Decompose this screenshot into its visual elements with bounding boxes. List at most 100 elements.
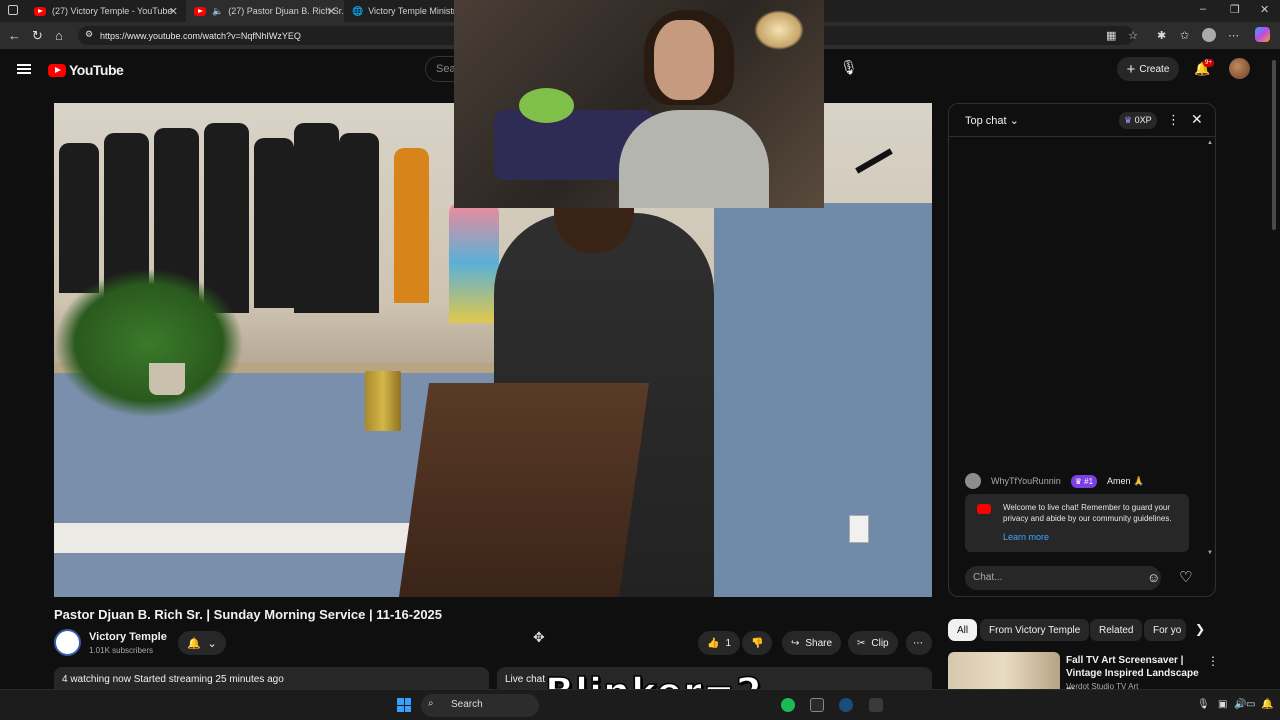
more-horizontal-icon: ⋯ [913, 637, 923, 649]
close-tab-icon[interactable]: ✕ [327, 5, 336, 18]
favorite-star-icon[interactable]: ☆ [1128, 29, 1138, 42]
channel-name[interactable]: Victory Temple [89, 631, 167, 643]
more-menu-icon[interactable]: ⋯ [1228, 29, 1239, 42]
mic-tray-icon[interactable]: 🎙 [1197, 699, 1210, 710]
chevron-right-icon[interactable]: ❯ [1195, 622, 1205, 636]
video-scene-podium [398, 383, 650, 597]
copilot-icon[interactable] [1255, 27, 1270, 42]
live-chat-panel: Top chat ⌄ ♛ 0XP ⋮ ✕ ▲ WhyTfYouRunnin ♛ … [948, 103, 1216, 597]
app-icon[interactable] [869, 698, 883, 712]
more-vertical-icon[interactable]: ⋮ [1167, 112, 1180, 128]
globe-icon: 🌐 [352, 5, 364, 16]
chat-message-text: Amen 🙏 [1107, 475, 1145, 486]
learn-more-link[interactable]: Learn more [1003, 532, 1049, 543]
youtube-favicon-icon [194, 6, 206, 16]
close-tab-icon[interactable]: ✕ [169, 5, 178, 18]
chat-author-avatar[interactable] [965, 473, 981, 489]
channel-avatar[interactable] [54, 629, 81, 656]
notification-tray-icon[interactable]: 🔔 [1261, 699, 1273, 710]
epic-games-icon[interactable] [810, 698, 824, 712]
share-button[interactable]: ↪ Share [782, 631, 842, 655]
chat-author-name[interactable]: WhyTfYouRunnin [991, 476, 1061, 486]
video-scene-outlet [849, 515, 869, 543]
app-available-icon[interactable]: ▦ [1106, 29, 1116, 42]
subscribed-notifications-button[interactable]: 🔔 ⌄ [178, 631, 226, 655]
video-scene-plant [54, 268, 244, 418]
more-vertical-icon[interactable]: ⋮ [1207, 654, 1219, 668]
volume-tray-icon[interactable]: 🔊 [1234, 699, 1246, 710]
webcam-lamp [754, 10, 804, 50]
chip-from-victory-temple[interactable]: From Victory Temple [980, 619, 1090, 641]
search-input[interactable]: Search [425, 56, 455, 82]
video-scene-choir-member [394, 148, 429, 303]
like-button[interactable]: 👍 1 [698, 631, 741, 655]
chat-rank-badge: ♛ #1 [1070, 474, 1098, 488]
video-scene-choir-member [449, 203, 499, 323]
heart-icon[interactable]: ♡ [1179, 568, 1192, 586]
scroll-down-icon[interactable]: ▼ [1207, 550, 1213, 556]
back-icon[interactable]: ← [8, 28, 21, 43]
chip-all[interactable]: All [948, 619, 978, 641]
share-icon: ↪ [791, 637, 800, 649]
scroll-up-icon[interactable]: ▲ [1207, 140, 1213, 146]
video-scene-microphone [855, 148, 893, 174]
chip-for-you[interactable]: For yo [1144, 619, 1186, 641]
network-tray-icon[interactable]: ▣ [1218, 699, 1227, 710]
home-icon[interactable]: ⌂ [55, 28, 63, 43]
voice-search-icon[interactable]: 🎙 [840, 59, 858, 76]
window-close-icon[interactable]: ✕ [1260, 3, 1269, 16]
tab-actions-icon[interactable] [8, 5, 18, 15]
tab-pastor-djuan[interactable]: 🔈 (27) Pastor Djuan B. Rich Sr. ✕ [186, 0, 344, 22]
taskbar-search[interactable]: Search [421, 694, 539, 717]
maximize-icon[interactable]: ❐ [1230, 3, 1240, 16]
video-scene-wall [714, 203, 932, 597]
more-actions-button[interactable]: ⋯ [906, 631, 932, 655]
speaker-icon[interactable]: 🔈 [212, 6, 223, 17]
plus-icon: + [1126, 60, 1136, 78]
welcome-banner: Welcome to live chat! Remember to guard … [965, 494, 1189, 552]
spotify-icon[interactable] [781, 698, 795, 712]
chevron-down-icon: ⌄ [207, 637, 217, 650]
menu-icon[interactable] [17, 64, 31, 74]
bell-icon: 🔔 [187, 637, 201, 650]
points-badge[interactable]: ♛ 0XP [1119, 112, 1157, 129]
youtube-play-icon [48, 63, 66, 77]
clip-button[interactable]: ✂ Clip [848, 631, 898, 655]
search-icon: ⌕ [428, 698, 434, 709]
chat-mode-dropdown[interactable]: Top chat ⌄ [965, 114, 1019, 127]
emoji-icon[interactable]: ☺ [1147, 570, 1160, 585]
description-box[interactable]: 4 watching now Started streaming 25 minu… [54, 667, 489, 689]
webcam-plush-toy [519, 88, 574, 123]
minimize-icon[interactable]: – [1200, 3, 1206, 15]
site-info-icon[interactable]: ⚙ [85, 29, 93, 40]
account-avatar[interactable] [1229, 58, 1250, 79]
webcam-overlay [454, 0, 824, 208]
webcam-face [654, 20, 714, 100]
dislike-button[interactable]: 👎 [742, 631, 773, 655]
video-scene-choir-member [339, 133, 379, 313]
chat-message: WhyTfYouRunnin ♛ #1 Amen 🙏 [965, 473, 1144, 489]
move-cursor-icon: ✥ [533, 629, 545, 645]
scissors-icon: ✂ [857, 637, 866, 649]
youtube-favicon-icon [34, 6, 46, 16]
recommendation-thumbnail[interactable] [948, 652, 1060, 689]
tab-victory-temple-ministries[interactable]: 🌐 Victory Temple Ministrie [344, 0, 454, 22]
refresh-icon[interactable]: ↻ [32, 28, 43, 44]
battery-tray-icon[interactable]: ▭ [1246, 699, 1255, 710]
page-scrollbar[interactable] [1272, 60, 1276, 230]
video-title: Pastor Djuan B. Rich Sr. | Sunday Mornin… [54, 607, 443, 622]
favorites-icon[interactable]: ✩ [1180, 29, 1189, 42]
chip-related[interactable]: Related [1090, 619, 1143, 641]
steam-icon[interactable] [839, 698, 853, 712]
tab-victory-temple-youtube[interactable]: (27) Victory Temple - YouTube ✕ [26, 0, 186, 22]
windows-start-icon[interactable] [397, 698, 411, 712]
youtube-logo[interactable]: YouTube [48, 62, 124, 78]
profile-icon[interactable] [1202, 28, 1216, 42]
close-icon[interactable]: ✕ [1191, 111, 1203, 128]
thumbs-down-icon: 👎 [751, 637, 764, 649]
create-button[interactable]: + Create [1117, 57, 1179, 81]
extensions-icon[interactable]: ✱ [1157, 29, 1166, 42]
crown-icon: ♛ [1074, 476, 1082, 486]
chat-header: Top chat ⌄ ♛ 0XP ⋮ ✕ [949, 104, 1215, 137]
chat-input[interactable]: Chat... [965, 566, 1161, 590]
